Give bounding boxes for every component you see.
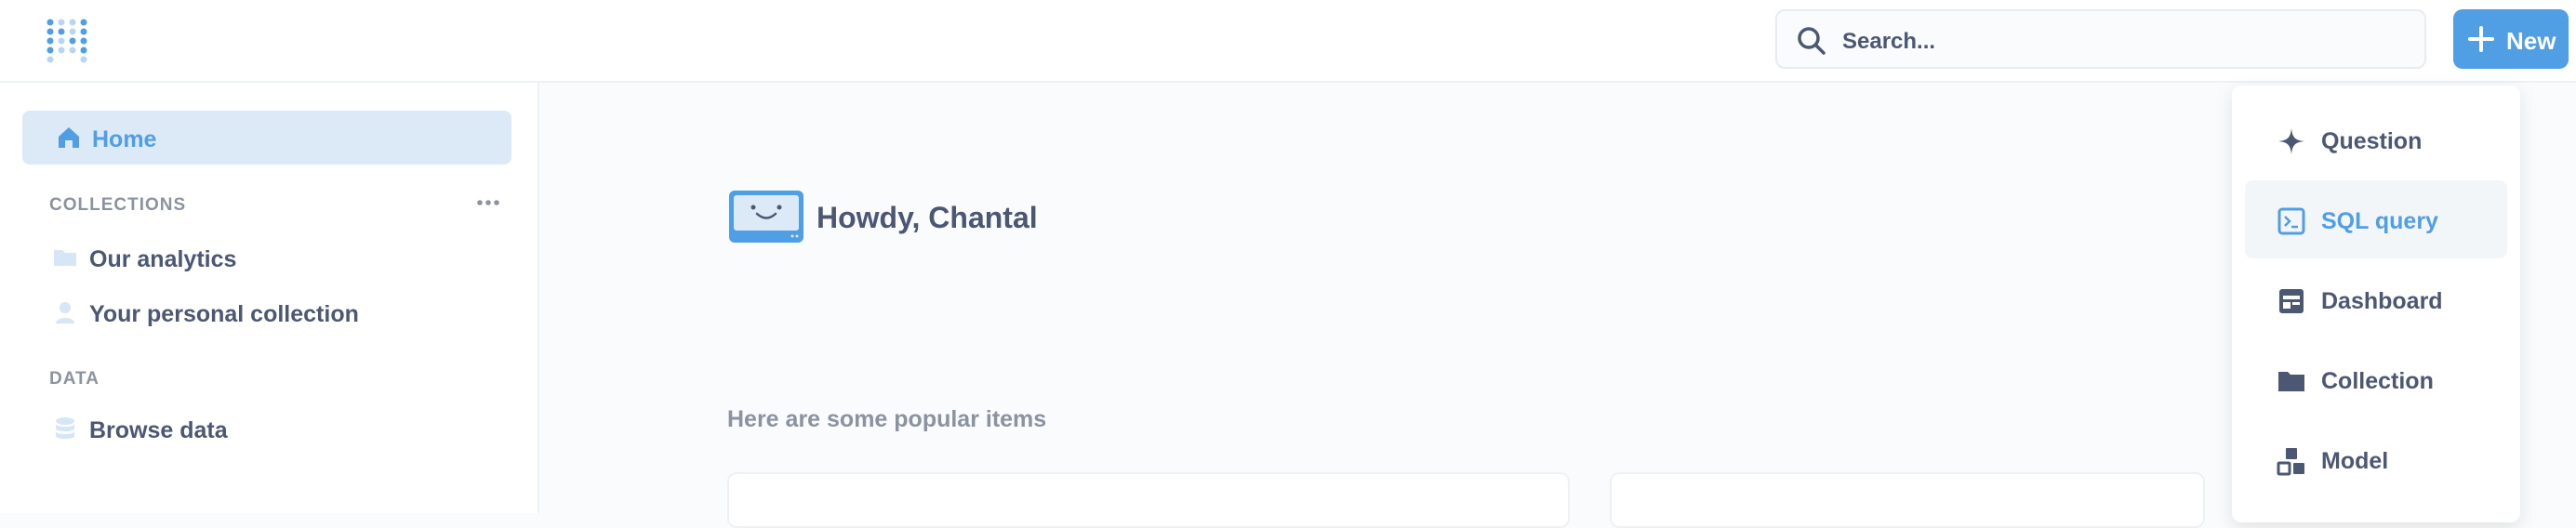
collections-section-title: COLLECTIONS xyxy=(49,195,187,215)
person-icon xyxy=(52,299,78,325)
sidebar-item-home[interactable]: Home xyxy=(22,111,511,165)
search-placeholder: Search... xyxy=(1842,29,1936,54)
menu-item-sql-query[interactable]: SQL query xyxy=(2245,180,2507,258)
search-input[interactable]: Search... xyxy=(1775,9,2426,69)
menu-item-question[interactable]: Question xyxy=(2245,100,2507,178)
menu-item-label: Collection xyxy=(2321,368,2434,394)
new-dropdown-menu: Question SQL query Dashboard Collection … xyxy=(2232,86,2520,522)
popular-item-card[interactable] xyxy=(1610,472,2205,528)
terminal-icon xyxy=(2277,206,2306,236)
search-icon xyxy=(1796,25,1827,57)
menu-item-collection[interactable]: Collection xyxy=(2245,340,2507,418)
menu-item-label: Question xyxy=(2321,128,2423,154)
menu-item-dashboard[interactable]: Dashboard xyxy=(2245,260,2507,338)
home-icon xyxy=(56,125,82,151)
sidebar: Home COLLECTIONS Our analytics Your pers… xyxy=(0,83,539,513)
menu-item-label: Dashboard xyxy=(2321,288,2443,314)
sparkle-icon xyxy=(2277,126,2306,156)
folder-icon xyxy=(2277,366,2306,396)
popular-item-card[interactable] xyxy=(727,472,1570,528)
greeting-illustration xyxy=(727,189,805,244)
data-section-title: DATA xyxy=(49,369,100,389)
dashboard-icon xyxy=(2277,286,2306,316)
folder-icon xyxy=(52,244,78,271)
sidebar-item-label: Your personal collection xyxy=(89,301,359,327)
sidebar-item-browse-data[interactable]: Browse data xyxy=(52,411,498,450)
model-icon xyxy=(2277,446,2306,476)
new-button[interactable]: New xyxy=(2453,9,2569,69)
greeting-title: Howdy, Chantal xyxy=(817,201,1038,234)
sidebar-item-personal-collection[interactable]: Your personal collection xyxy=(52,295,498,334)
database-icon xyxy=(52,416,78,442)
menu-item-model[interactable]: Model xyxy=(2245,420,2507,498)
top-navigation-bar: Search... New xyxy=(0,0,2576,83)
menu-item-label: Model xyxy=(2321,448,2389,474)
metabase-logo[interactable] xyxy=(46,19,93,63)
menu-item-label: SQL query xyxy=(2321,208,2438,234)
sidebar-item-label: Home xyxy=(92,126,157,152)
new-button-label: New xyxy=(2506,27,2556,55)
popular-items-title: Here are some popular items xyxy=(727,406,1047,432)
more-options-icon[interactable] xyxy=(476,195,500,205)
sidebar-item-label: Our analytics xyxy=(89,246,237,272)
sidebar-item-our-analytics[interactable]: Our analytics xyxy=(52,240,498,279)
plus-icon xyxy=(2466,24,2496,54)
sidebar-item-label: Browse data xyxy=(89,417,228,443)
